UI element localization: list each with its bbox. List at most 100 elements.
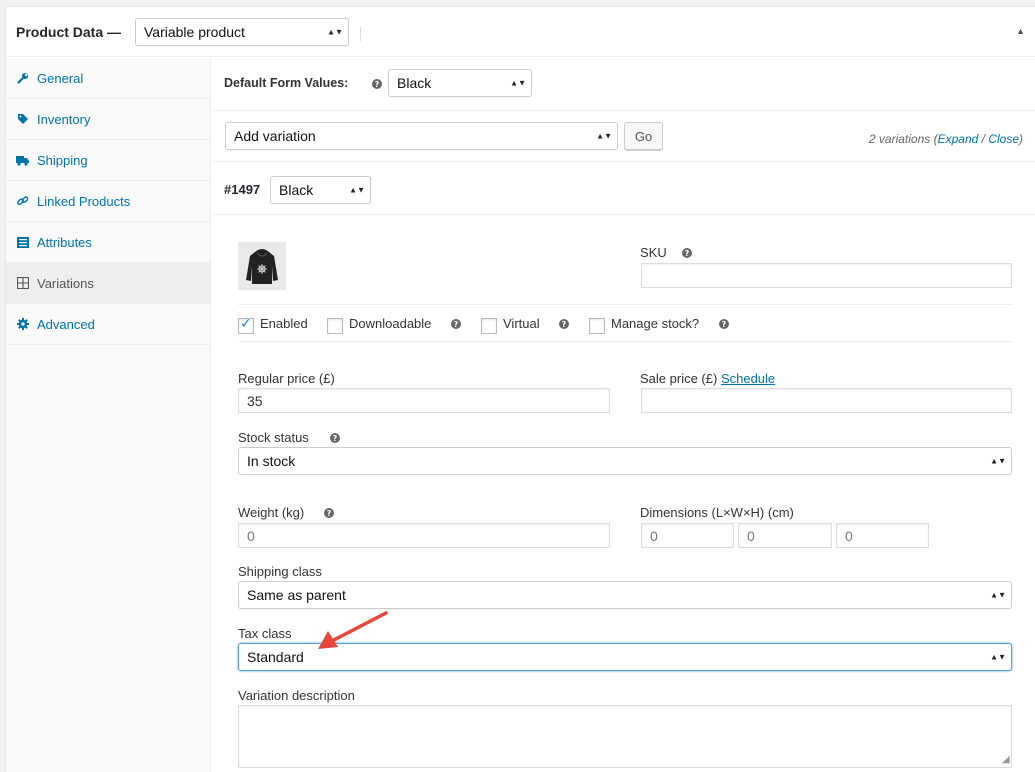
expand-link[interactable]: Expand (938, 132, 979, 146)
go-button[interactable]: Go (624, 122, 663, 150)
panel-title: Product Data — (16, 24, 122, 40)
virtual-label: Virtual (503, 316, 540, 331)
header-divider (360, 27, 361, 41)
product-type-select[interactable]: Variable product ▲▼ (135, 18, 349, 46)
add-variation-select[interactable]: Add variation ▲▼ (225, 122, 618, 150)
select-arrows-icon: ▲▼ (510, 78, 526, 88)
product-data-panel: Product Data — Variable product ▲▼ ▲ Gen… (5, 6, 1035, 772)
variations-main: Default Form Values: ? Black ▲▼ Add vari… (212, 58, 1035, 772)
tab-label: Inventory (37, 111, 91, 127)
hoodie-image (238, 242, 286, 290)
width-input[interactable]: 0 (738, 523, 832, 548)
manage-stock-checkbox[interactable] (589, 318, 605, 334)
help-icon[interactable]: ? (330, 433, 340, 443)
schedule-link[interactable]: Schedule (721, 371, 775, 386)
gear-icon (16, 318, 29, 330)
weight-input[interactable]: 0 (238, 523, 610, 548)
close-link[interactable]: Close (988, 132, 1019, 146)
help-icon[interactable]: ? (682, 248, 692, 258)
virtual-checkbox[interactable] (481, 318, 497, 334)
divider (238, 341, 1013, 342)
stock-status-label: Stock status (238, 430, 309, 445)
downloadable-checkbox[interactable] (327, 318, 343, 334)
divider (238, 304, 1013, 305)
tab-label: Variations (37, 275, 94, 291)
panel-header: Product Data — Variable product ▲▼ ▲ (6, 7, 1035, 57)
select-arrows-icon: ▲▼ (349, 185, 365, 195)
select-arrows-icon: ▲▼ (327, 27, 343, 37)
enabled-label: Enabled (260, 316, 308, 331)
sale-price-text: Sale price (£) (640, 371, 718, 386)
tab-shipping[interactable]: Shipping (6, 140, 210, 181)
stock-status-select[interactable]: In stock ▲▼ (238, 447, 1012, 475)
grid-icon (16, 277, 29, 289)
variation-description-label: Variation description (238, 688, 355, 703)
sidebar: General Inventory Shipping Linked Produc… (6, 58, 211, 772)
variation-description-textarea[interactable] (238, 705, 1012, 768)
tab-inventory[interactable]: Inventory (6, 99, 210, 140)
tag-icon (16, 113, 29, 125)
default-form-values-label: Default Form Values: (224, 76, 349, 90)
default-color-value: Black (397, 75, 432, 91)
regular-price-label: Regular price (£) (238, 371, 335, 386)
tab-label: Shipping (37, 152, 88, 168)
tab-label: Advanced (37, 316, 95, 332)
count-end: ) (1019, 132, 1023, 146)
count-text: 2 variations ( (868, 132, 938, 146)
variation-image-thumbnail[interactable] (238, 242, 286, 290)
variations-count: 2 variations (Expand / Close) (869, 132, 1023, 146)
list-icon (16, 236, 29, 248)
add-variation-value: Add variation (234, 128, 316, 144)
enabled-checkbox[interactable]: ✓ (238, 316, 254, 334)
help-icon[interactable]: ? (372, 79, 382, 89)
resize-grip-icon[interactable]: ◢ (1002, 754, 1033, 770)
default-form-values-row: Default Form Values: ? Black ▲▼ (212, 58, 1035, 111)
variation-attribute-select[interactable]: Black ▲▼ (270, 176, 371, 204)
tax-class-value: Standard (247, 649, 304, 665)
variation-attribute-value: Black (279, 182, 314, 198)
help-icon[interactable]: ? (451, 319, 461, 329)
shipping-class-select[interactable]: Same as parent ▲▼ (238, 581, 1012, 609)
product-type-value: Variable product (144, 24, 245, 40)
wrench-icon (16, 72, 29, 84)
select-arrows-icon: ▲▼ (596, 131, 612, 141)
dimensions-label: Dimensions (L×W×H) (cm) (640, 505, 794, 520)
link-icon (16, 195, 29, 207)
annotation-arrow-icon (318, 611, 388, 649)
tab-advanced[interactable]: Advanced (6, 304, 210, 345)
checkmark-icon: ✓ (240, 316, 252, 332)
sku-label: SKU (640, 245, 667, 260)
bulk-actions-row: Add variation ▲▼ Go 2 variations (Expand… (212, 112, 1035, 162)
shipping-class-value: Same as parent (247, 587, 346, 603)
tab-linked-products[interactable]: Linked Products (6, 181, 210, 222)
count-sep: / (978, 132, 989, 146)
sku-input[interactable] (641, 263, 1012, 288)
stock-status-value: In stock (247, 453, 296, 469)
truck-icon (16, 155, 29, 166)
variation-body: SKU ? ✓ Enabled Downloadable ? Virtual ?… (212, 216, 1035, 772)
regular-price-input[interactable]: 35 (238, 388, 610, 413)
variation-header-row[interactable]: #1497 Black ▲▼ (212, 163, 1035, 215)
select-arrows-icon: ▲▼ (990, 590, 1006, 600)
tax-class-label: Tax class (238, 626, 292, 641)
tab-label: General (37, 70, 84, 86)
select-arrows-icon: ▲▼ (990, 456, 1006, 466)
default-color-select[interactable]: Black ▲▼ (388, 69, 532, 97)
variation-id: #1497 (224, 182, 261, 197)
help-icon[interactable]: ? (719, 319, 729, 329)
length-input[interactable]: 0 (641, 523, 734, 548)
help-icon[interactable]: ? (559, 319, 569, 329)
sale-price-input[interactable] (641, 388, 1012, 413)
sale-price-label: Sale price (£) Schedule (640, 371, 775, 386)
height-input[interactable]: 0 (836, 523, 929, 548)
tab-variations[interactable]: Variations (6, 263, 210, 304)
tab-label: Attributes (37, 234, 92, 250)
tab-attributes[interactable]: Attributes (6, 222, 210, 263)
tab-general[interactable]: General (6, 58, 210, 99)
shipping-class-label: Shipping class (238, 564, 322, 579)
help-icon[interactable]: ? (324, 508, 334, 518)
collapse-toggle-icon[interactable]: ▲ (1016, 26, 1025, 36)
weight-label: Weight (kg) (238, 505, 305, 520)
tab-label: Linked Products (37, 193, 131, 209)
select-arrows-icon: ▲▼ (990, 652, 1006, 662)
